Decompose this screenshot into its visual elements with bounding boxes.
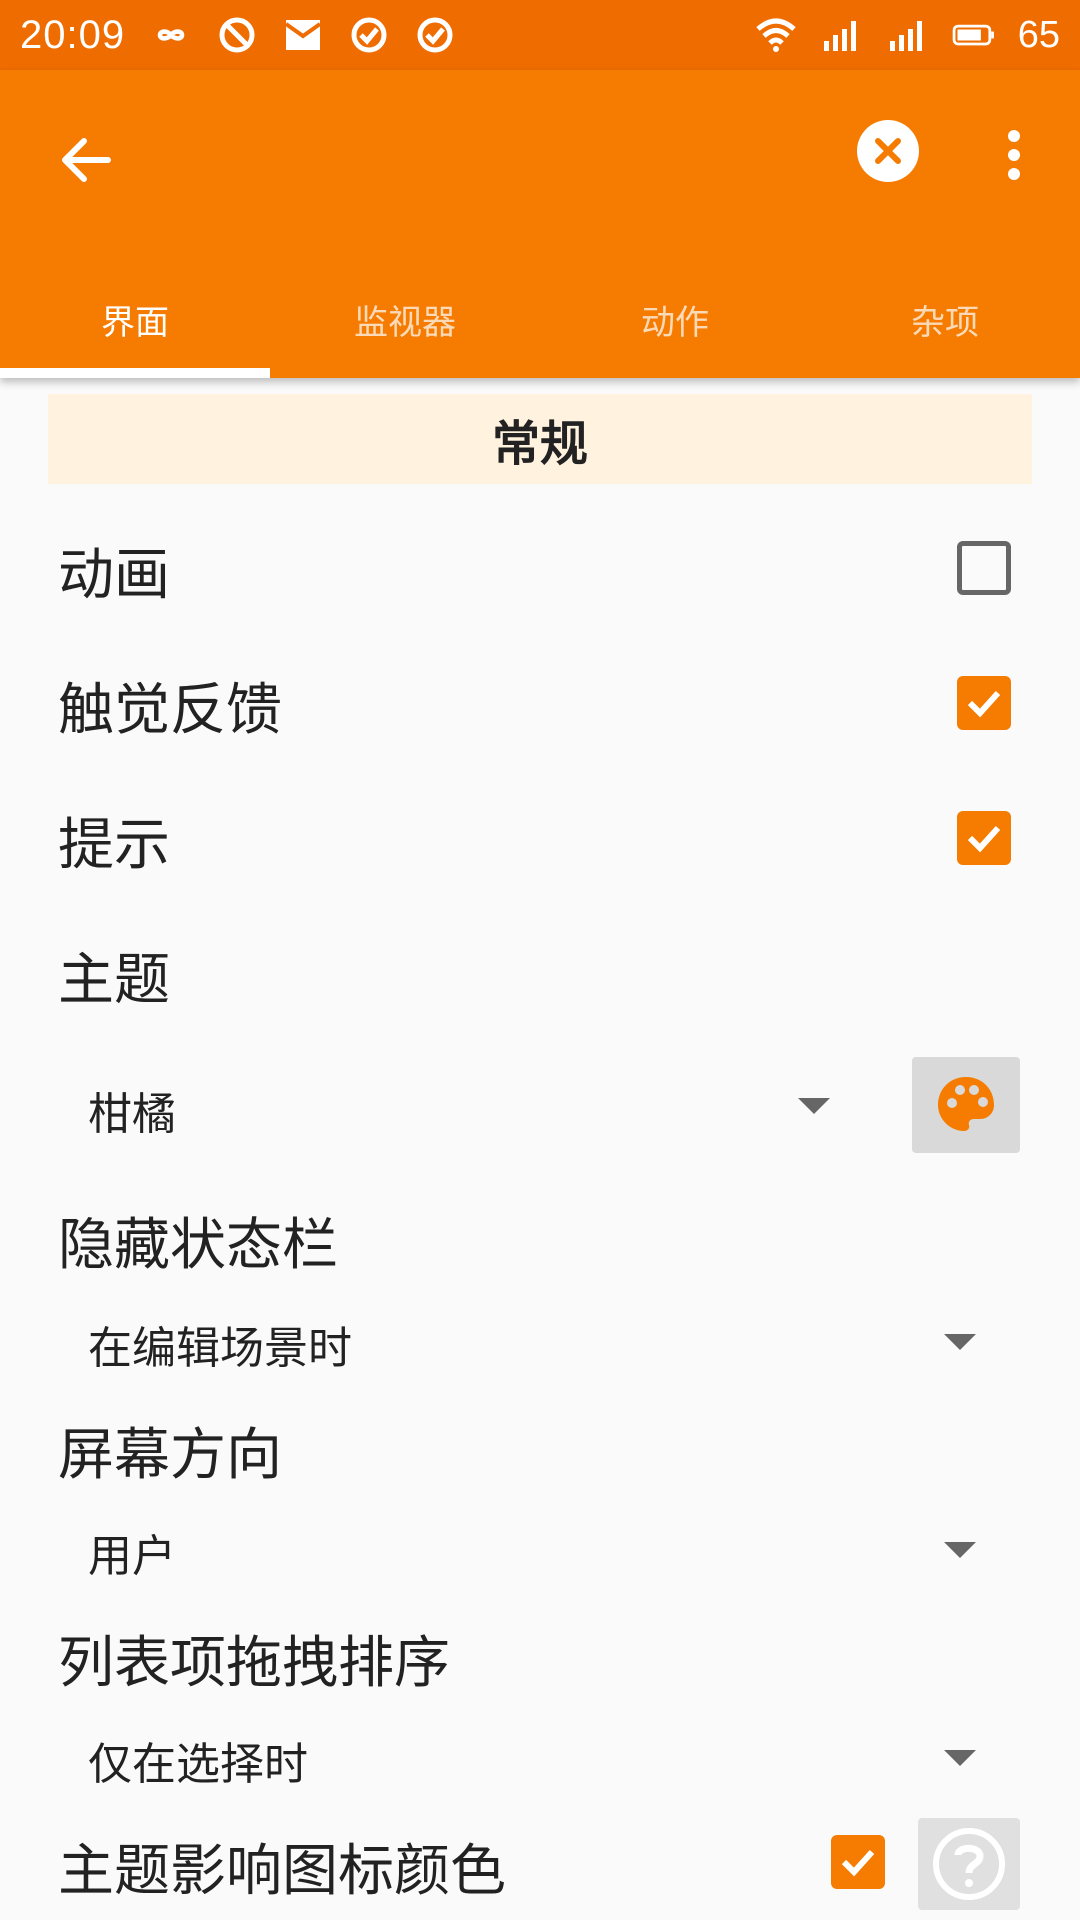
app-bar: 界面 监视器 动作 杂项 — [0, 70, 1080, 378]
more-options-button[interactable] — [992, 120, 1036, 190]
wifi-icon — [754, 13, 798, 57]
section-header: 常规 — [48, 394, 1032, 484]
check-icon — [967, 825, 1001, 853]
close-button[interactable] — [857, 120, 919, 182]
signal-icon — [886, 13, 930, 57]
check-circle-icon — [347, 13, 391, 57]
hints-label: 提示 — [58, 813, 170, 878]
chevron-down-icon — [944, 1750, 976, 1766]
tab-actions[interactable]: 动作 — [540, 260, 810, 378]
tab-bar: 界面 监视器 动作 杂项 — [0, 260, 1080, 378]
theme-value: 柑橘 — [88, 1089, 176, 1140]
drag-sort-value: 仅在选择时 — [88, 1739, 308, 1790]
hide-status-bar-value: 在编辑场景时 — [88, 1323, 352, 1374]
check-circle-icon — [413, 13, 457, 57]
theme-dropdown[interactable]: 柑橘 — [60, 1060, 840, 1150]
chevron-down-icon — [798, 1098, 830, 1114]
infinity-icon — [149, 13, 193, 57]
chevron-down-icon — [944, 1334, 976, 1350]
back-button[interactable] — [50, 125, 120, 195]
help-button[interactable] — [918, 1818, 1020, 1910]
palette-icon — [938, 1077, 994, 1131]
haptic-checkbox[interactable] — [957, 676, 1011, 730]
check-icon — [841, 1849, 875, 1877]
hide-status-bar-label: 隐藏状态栏 — [58, 1213, 338, 1278]
help-icon — [933, 1828, 1005, 1900]
battery-icon — [952, 13, 996, 57]
battery-level: 65 — [1017, 13, 1060, 56]
signal-4g-icon — [820, 13, 864, 57]
more-vert-icon — [1008, 130, 1020, 180]
mail-icon — [281, 13, 325, 57]
hints-checkbox[interactable] — [957, 811, 1011, 865]
animation-label: 动画 — [58, 543, 170, 608]
theme-icon-color-label: 主题影响图标颜色 — [58, 1839, 506, 1904]
palette-button[interactable] — [912, 1057, 1020, 1153]
orientation-value: 用户 — [88, 1531, 176, 1582]
check-icon — [967, 690, 1001, 718]
tab-monitor[interactable]: 监视器 — [270, 260, 540, 378]
theme-label: 主题 — [58, 948, 170, 1013]
tab-interface[interactable]: 界面 — [0, 260, 270, 378]
haptic-label: 触觉反馈 — [58, 678, 282, 743]
animation-checkbox[interactable] — [957, 541, 1011, 595]
arrow-back-icon — [62, 138, 111, 182]
hide-status-bar-dropdown[interactable]: 在编辑场景时 — [60, 1300, 1000, 1380]
chevron-down-icon — [944, 1542, 976, 1558]
orientation-dropdown[interactable]: 用户 — [60, 1508, 1000, 1588]
status-time: 20:09 — [20, 12, 126, 57]
orientation-label: 屏幕方向 — [58, 1423, 282, 1488]
theme-icon-color-checkbox[interactable] — [831, 1835, 885, 1889]
drag-sort-dropdown[interactable]: 仅在选择时 — [60, 1716, 1000, 1796]
tab-misc[interactable]: 杂项 — [810, 260, 1080, 378]
drag-sort-label: 列表项拖拽排序 — [58, 1631, 450, 1696]
close-circle-icon — [875, 138, 901, 164]
blocked-icon — [215, 13, 259, 57]
status-bar: 20:09 65 — [0, 0, 1080, 70]
